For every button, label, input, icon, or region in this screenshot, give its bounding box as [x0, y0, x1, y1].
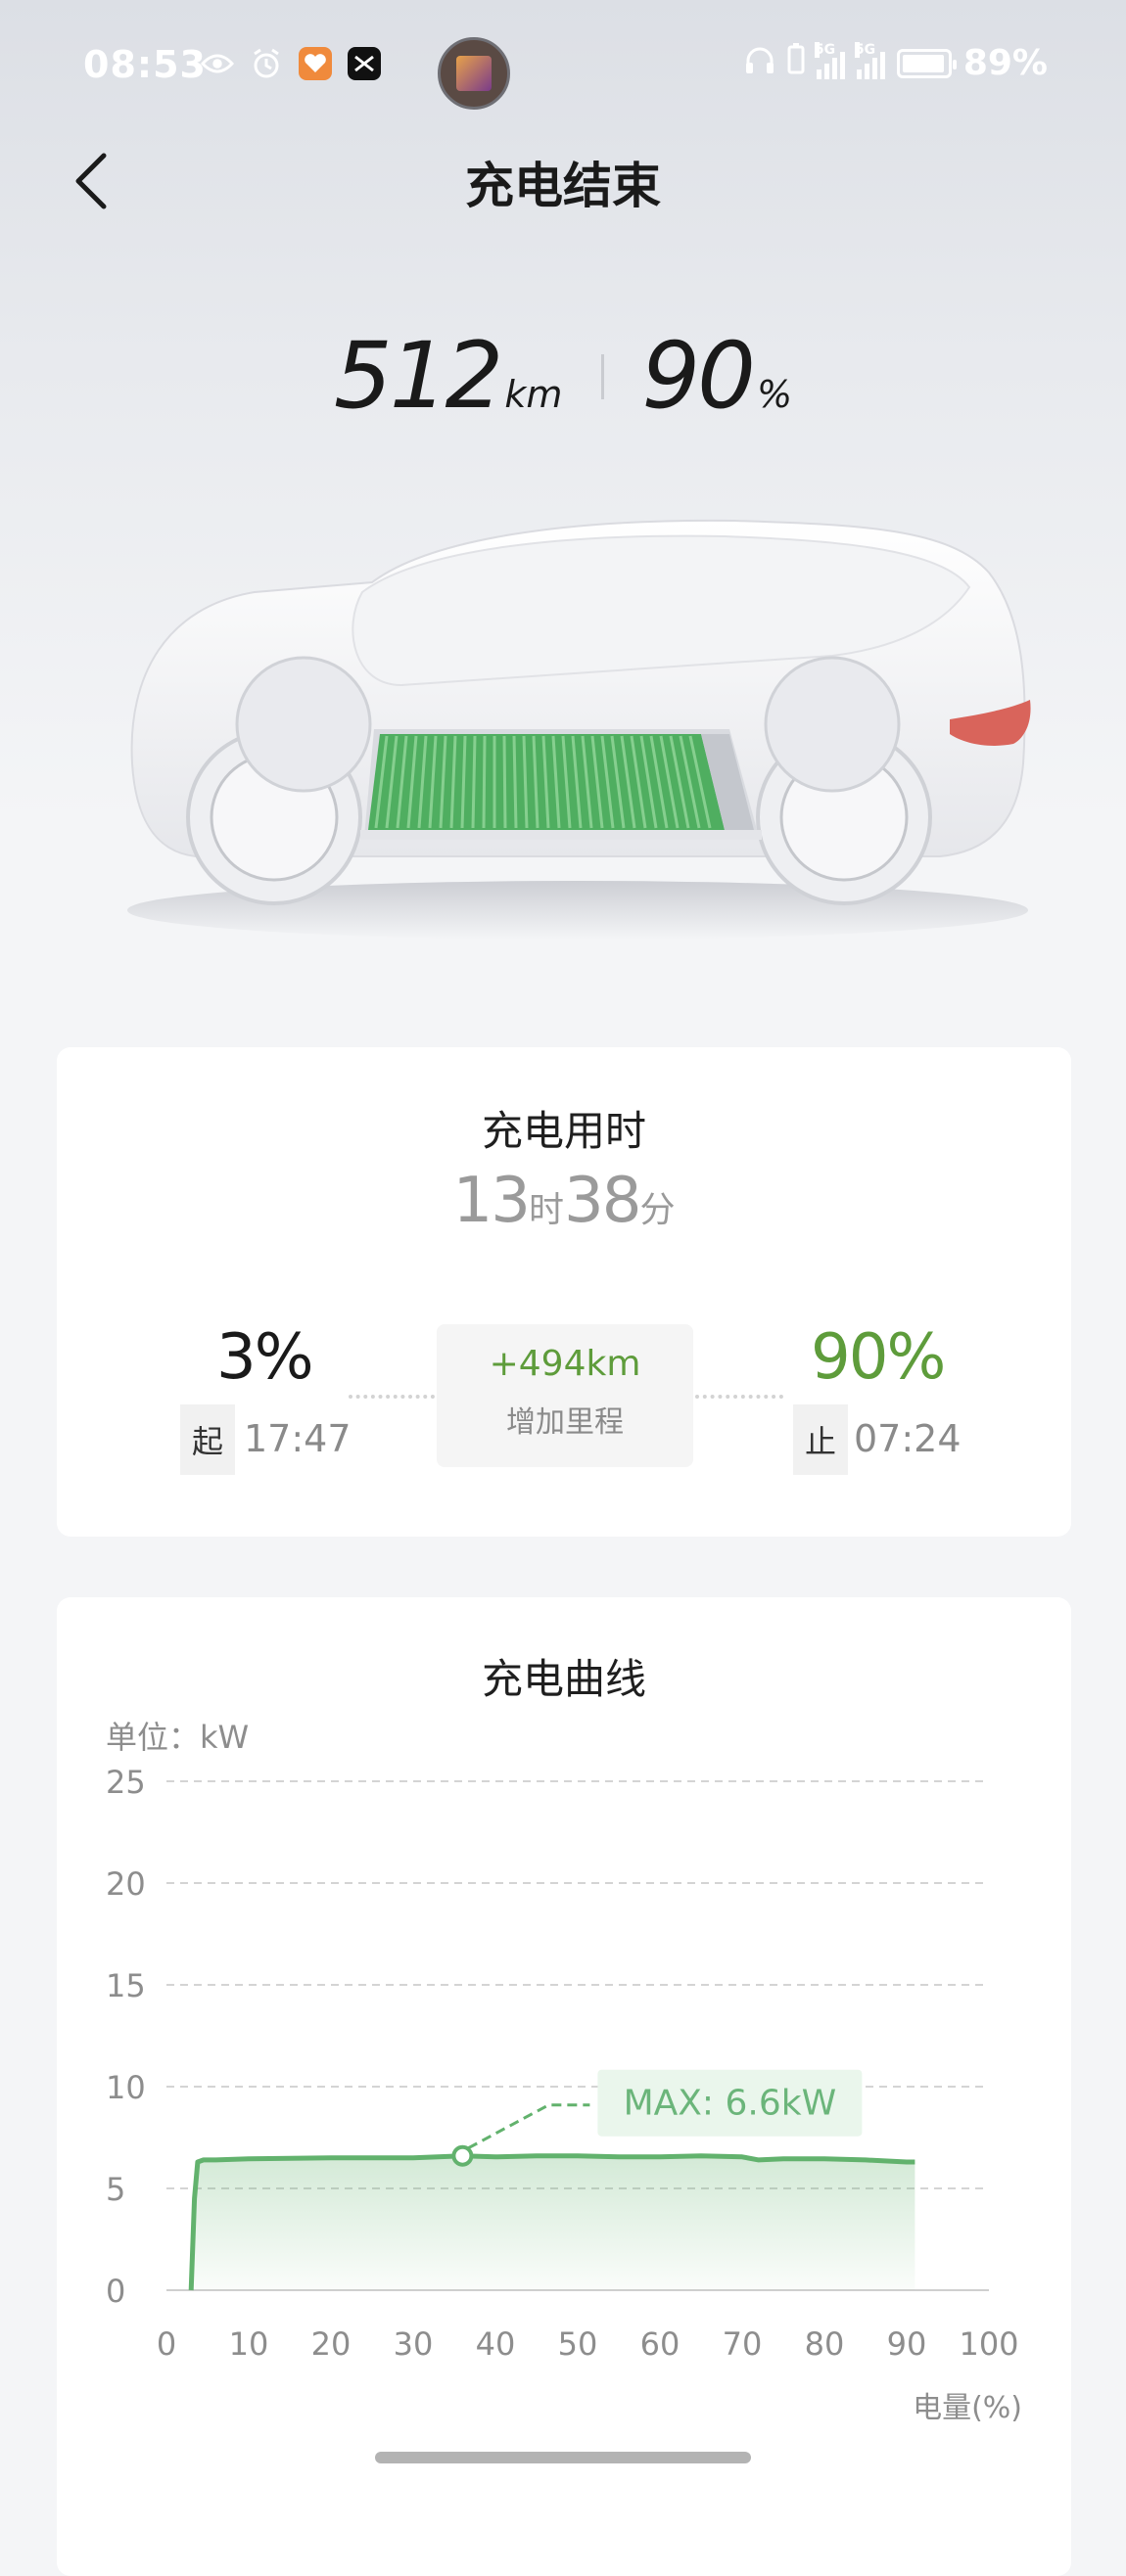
headphones-icon — [744, 43, 775, 83]
range-km-unit: km — [504, 373, 563, 416]
mileage-gain-label: 增加里程 — [506, 1405, 624, 1440]
end-percent: 90% — [811, 1321, 946, 1394]
start-percent: 3% — [216, 1321, 314, 1394]
signal-icon: 5G — [814, 41, 845, 79]
x-tick-label-10: 10 — [229, 2325, 269, 2363]
x-axis-label: 电量(%) — [913, 2391, 1022, 2425]
x-tick-label-40: 40 — [476, 2325, 516, 2363]
battery-percent: 89% — [962, 43, 1048, 83]
battery-saver-icon — [787, 43, 805, 83]
duration-title: 充电用时 — [481, 1107, 646, 1155]
end-time: 07:24 — [854, 1417, 962, 1460]
x-tick-label-0: 0 — [157, 2325, 176, 2363]
max-point-marker — [451, 2144, 474, 2167]
y-tick-label-20: 20 — [106, 1865, 146, 1903]
max-label: MAX: 6.6kW — [624, 2084, 837, 2124]
heart-app-icon — [299, 47, 332, 80]
dotted-connector-right — [695, 1395, 783, 1399]
status-bar: 08:53 5G 5G 89% — [0, 0, 1126, 137]
x-tick-label-90: 90 — [887, 2325, 927, 2363]
mileage-gain-box: +494km 增加里程 — [437, 1324, 693, 1467]
x-tick-label-70: 70 — [723, 2325, 763, 2363]
x-tick-label-50: 50 — [558, 2325, 598, 2363]
x-app-icon — [348, 47, 381, 80]
charge-curve-card: 充电曲线 单位：kW 0 5 10 15 20 25 0 10 20 30 40 50 60 70 80 90… — [57, 1597, 1071, 2576]
car-battery-illustration — [127, 519, 1031, 940]
start-time: 17:47 — [244, 1417, 352, 1460]
y-tick-label-10: 10 — [106, 2069, 146, 2106]
charge-curve-chart: 0 5 10 15 20 25 0 10 20 30 40 50 60 70 80 90 100 电量(%) MAX… — [106, 1764, 1022, 2425]
duration-hours-unit: 时 — [528, 1190, 564, 1230]
signal-label: 5G — [814, 41, 836, 58]
floating-avatar[interactable] — [438, 37, 510, 110]
status-right: 5G 5G 89% — [744, 41, 1048, 83]
curve-area — [191, 2155, 915, 2290]
range-summary: 512 km 90 % — [0, 323, 1126, 430]
soc-unit: % — [756, 373, 793, 416]
notification-icons — [201, 47, 381, 80]
y-tick-label-0: 0 — [106, 2273, 125, 2310]
y-tick-label-15: 15 — [106, 1967, 146, 2004]
home-indicator[interactable] — [375, 2452, 751, 2463]
duration-value: 13时38分 — [57, 1165, 1071, 1237]
duration-minutes: 38 — [564, 1165, 641, 1237]
x-tick-label-80: 80 — [805, 2325, 845, 2363]
soc-value: 90 — [641, 323, 756, 430]
duration-hours: 13 — [452, 1165, 531, 1237]
x-tick-label-30: 30 — [394, 2325, 434, 2363]
battery-icon — [896, 48, 957, 78]
signal-icon-2: 5G — [854, 41, 885, 79]
end-tag: 止 — [793, 1404, 848, 1475]
y-tick-label-25: 25 — [106, 1764, 146, 1801]
charge-duration-card: 充电用时 13时38分 3% 起 17:47 +494km 增加里程 90% 止… — [57, 1047, 1071, 1537]
range-km-value: 512 — [333, 323, 503, 430]
eye-icon — [201, 47, 234, 80]
start-tag: 起 — [180, 1404, 235, 1475]
signal-label-2: 5G — [854, 41, 876, 58]
x-tick-label-20: 20 — [311, 2325, 352, 2363]
range-divider — [601, 353, 605, 399]
mileage-gain-value: +494km — [489, 1344, 641, 1384]
dotted-connector-left — [349, 1395, 435, 1399]
max-leader-line — [467, 2103, 590, 2150]
duration-minutes-unit: 分 — [639, 1190, 676, 1230]
page-title: 充电结束 — [465, 158, 661, 214]
x-tick-label-100: 100 — [959, 2325, 1018, 2363]
y-tick-label-5: 5 — [106, 2171, 125, 2208]
status-time: 08:53 — [83, 43, 207, 86]
x-tick-label-60: 60 — [640, 2325, 680, 2363]
alarm-icon — [250, 47, 283, 80]
